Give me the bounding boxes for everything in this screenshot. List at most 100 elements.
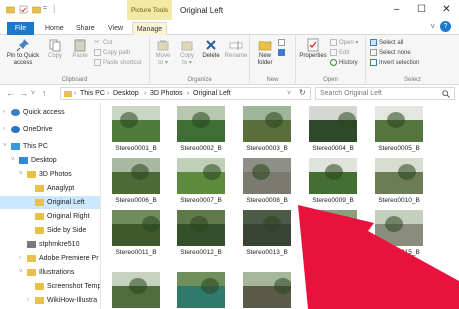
nav-item[interactable]: › Quick access xyxy=(0,106,100,119)
file-thumbnail[interactable] xyxy=(243,106,291,142)
minimize-icon[interactable]: – xyxy=(384,0,409,20)
file-thumbnail[interactable] xyxy=(177,106,225,142)
rename-button[interactable]: Rename xyxy=(223,38,249,60)
nav-item[interactable]: Side by Side xyxy=(0,224,100,237)
tab-share[interactable]: Share xyxy=(76,22,95,35)
file-icon xyxy=(27,241,36,248)
properties-quick-icon[interactable] xyxy=(19,5,28,14)
file-thumbnail[interactable] xyxy=(375,158,423,194)
nav-item[interactable]: Original Right xyxy=(0,210,100,223)
edit-button[interactable]: Edit xyxy=(330,49,349,57)
nav-item[interactable]: ˅ This PC xyxy=(0,140,100,153)
expand-chevron-icon[interactable]: › xyxy=(3,106,5,119)
crumb-separator-icon: › xyxy=(74,90,77,97)
file-thumbnail[interactable] xyxy=(112,106,160,142)
nav-item[interactable]: ˅ Desktop xyxy=(0,154,100,167)
file-name-label[interactable]: Stereo0012_B xyxy=(171,249,231,256)
customize-quick-access-icon[interactable]: = xyxy=(43,5,47,12)
file-name-label[interactable]: Stereo0009_B xyxy=(303,197,363,204)
file-thumbnail[interactable] xyxy=(112,158,160,194)
title-bar: = | Picture Tools Original Left – ☐ ✕ xyxy=(0,0,459,20)
help-icon[interactable]: ? xyxy=(440,21,451,32)
file-name-label[interactable]: Stereo0002_B xyxy=(171,145,231,152)
new-folder-quick-icon[interactable] xyxy=(32,5,41,14)
breadcrumb-desktop[interactable]: Desktop xyxy=(113,89,139,99)
new-folder-button[interactable]: New folder xyxy=(254,38,276,67)
file-thumbnail[interactable] xyxy=(375,106,423,142)
close-icon[interactable]: ✕ xyxy=(434,0,459,20)
recent-locations-icon[interactable]: ˅ xyxy=(31,88,35,99)
expanded-chevron-icon[interactable]: ˅ xyxy=(19,168,23,181)
back-arrow-icon[interactable]: ← xyxy=(6,88,15,99)
cut-button[interactable]: ✂ Cut xyxy=(94,39,112,47)
expand-ribbon-icon[interactable]: ˅ xyxy=(430,22,435,31)
file-thumbnail[interactable] xyxy=(177,272,225,308)
file-name-label[interactable]: Stereo0001_B xyxy=(106,145,166,152)
nav-item[interactable]: Original Left xyxy=(0,196,100,209)
nav-item[interactable]: › WikiHow-Illustra xyxy=(0,294,100,307)
nav-item-label: Screenshot Temp xyxy=(47,283,101,290)
easy-access-button[interactable] xyxy=(278,49,287,57)
copy-to-button[interactable]: Copy to ▾ xyxy=(176,38,198,67)
properties-button[interactable]: Properties xyxy=(298,38,328,60)
open-button[interactable]: Open ▾ xyxy=(330,39,358,47)
expand-chevron-icon[interactable]: › xyxy=(27,294,29,307)
file-name-label[interactable]: Stereo0004_B xyxy=(303,145,363,152)
file-name-label[interactable]: Stereo0011_B xyxy=(106,249,166,256)
expand-chevron-icon[interactable]: › xyxy=(19,252,21,265)
file-thumbnail[interactable] xyxy=(177,158,225,194)
file-name-label[interactable]: Stereo0008_B xyxy=(237,197,297,204)
forward-arrow-icon[interactable]: → xyxy=(19,88,28,99)
pin-to-quick-access-button[interactable]: Pin to Quick access xyxy=(6,38,40,67)
delete-button[interactable]: Delete xyxy=(200,38,222,60)
refresh-icon[interactable]: ↻ xyxy=(299,88,306,98)
tab-home[interactable]: Home xyxy=(45,22,64,35)
file-name-label[interactable]: Stereo0010_B xyxy=(369,197,429,204)
move-to-button[interactable]: Move to ▾ xyxy=(152,38,174,67)
expand-chevron-icon[interactable]: › xyxy=(3,123,5,136)
invert-selection-button[interactable]: Invert selection xyxy=(370,59,419,67)
expanded-chevron-icon[interactable]: ˅ xyxy=(11,154,15,167)
file-name-label[interactable]: Stereo0005_B xyxy=(369,145,429,152)
tab-view[interactable]: View xyxy=(108,22,123,35)
nav-item[interactable]: Anaglypt xyxy=(0,182,100,195)
file-thumbnail[interactable] xyxy=(243,158,291,194)
breadcrumb-this-pc[interactable]: This PC xyxy=(80,89,105,99)
file-thumbnail[interactable] xyxy=(112,210,160,246)
thumbnail-tree xyxy=(120,112,138,128)
file-name-label[interactable]: Stereo0007_B xyxy=(171,197,231,204)
file-thumbnail[interactable] xyxy=(112,272,160,308)
nav-item[interactable]: › Adobe Premiere Pr xyxy=(0,252,100,265)
file-thumbnail[interactable] xyxy=(309,106,357,142)
file-name-label[interactable]: Stereo0003_B xyxy=(237,145,297,152)
file-thumbnail[interactable] xyxy=(177,210,225,246)
tab-manage[interactable]: Manage xyxy=(132,22,167,35)
up-arrow-icon[interactable]: ↑ xyxy=(42,88,47,99)
nav-item[interactable]: stphmkre510 xyxy=(0,238,100,251)
file-name-label[interactable]: Stereo0006_B xyxy=(106,197,166,204)
nav-item[interactable]: ˅ Illustrations xyxy=(0,266,100,279)
address-bar[interactable]: › This PC › Desktop › 3D Photos › Origin… xyxy=(60,87,311,100)
search-box[interactable]: Search Original Left xyxy=(315,87,455,100)
select-all-button[interactable]: Select all xyxy=(370,39,403,47)
breadcrumb-3d-photos[interactable]: 3D Photos xyxy=(150,89,183,99)
nav-item[interactable]: › OneDrive xyxy=(0,123,100,136)
tab-file[interactable]: File xyxy=(7,22,34,35)
maximize-icon[interactable]: ☐ xyxy=(409,0,434,20)
paste-shortcut-button[interactable]: Paste shortcut xyxy=(94,59,141,67)
copy-button[interactable]: Copy xyxy=(44,38,66,60)
file-thumbnail[interactable] xyxy=(309,158,357,194)
new-item-button[interactable] xyxy=(278,39,287,47)
nav-item[interactable]: ˅ 3D Photos xyxy=(0,168,100,181)
breadcrumb-original-left[interactable]: Original Left xyxy=(193,89,231,99)
copy-path-button[interactable]: Copy path xyxy=(94,49,130,57)
select-none-button[interactable]: Select none xyxy=(370,49,411,57)
expanded-chevron-icon[interactable]: ˅ xyxy=(3,140,7,153)
nav-item[interactable]: Screenshot Temp xyxy=(0,280,101,293)
paste-shortcut-label: Paste shortcut xyxy=(103,60,142,67)
address-dropdown-icon[interactable]: ˅ xyxy=(287,89,291,99)
paste-button[interactable]: Paste xyxy=(68,38,92,60)
new-item-icon xyxy=(278,39,285,46)
expanded-chevron-icon[interactable]: ˅ xyxy=(19,266,23,279)
history-button[interactable]: History xyxy=(330,59,358,67)
